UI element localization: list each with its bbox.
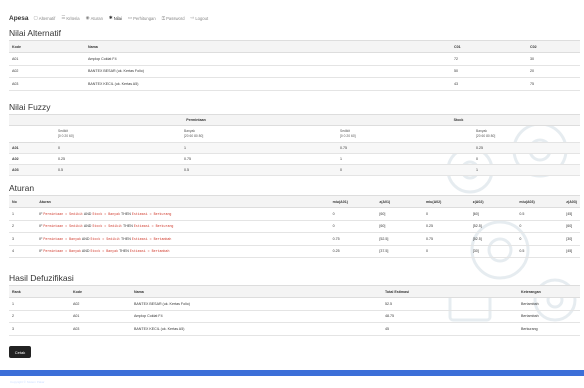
table-row: 3 A03 BANTEX KECIL (uk. Kertas A5) 45 Berkur… — [9, 322, 580, 336]
rule-text: IF Permintaan = Sedikit AND Stock = Bany… — [36, 207, 330, 221]
nav-perhitungan[interactable]: ▭ Perhitungan — [128, 15, 156, 21]
table-row: A03 0.5 0.5 0 1 — [9, 164, 580, 176]
nav-logout[interactable]: ⇨ Logout — [191, 15, 209, 21]
table-row: A01 0 1 0.75 0.25 — [9, 142, 580, 154]
footer-text: Copyright © Sistem Pakar — [10, 380, 45, 384]
alternatif-table: Kode Nama C01 C02 A01 Amplop Coklat F4 72 3… — [9, 40, 580, 91]
nav-nilai[interactable]: ✱ Nilai — [109, 15, 122, 21]
group-stock: Stock — [337, 114, 580, 126]
footer: Copyright © Sistem Pakar — [0, 370, 584, 384]
table-row: A01 Amplop Coklat F4 72 30 — [9, 52, 580, 66]
group-permintaan: Permintaan — [55, 114, 337, 126]
hasil-title: Hasil Defuzifikasi — [9, 273, 74, 283]
table-row: A03 BANTEX KECIL (uk. Kertas A5) 43 75 — [9, 77, 580, 91]
table-row: 2 IF Permintaan = Sedikit AND Stock = Sed… — [9, 220, 580, 233]
box-icon: ▢ — [33, 15, 38, 20]
aturan-title: Aturan — [9, 183, 35, 193]
rule-text: IF Permintaan = Banyak AND Stock = Sedik… — [36, 232, 330, 246]
rule-icon: ◉ — [85, 15, 90, 20]
col-nama: Nama — [85, 40, 451, 53]
nav-aturan[interactable]: ◉ Aturan — [86, 15, 103, 21]
nav-alternatif[interactable]: ▢ Alternatif — [34, 15, 56, 21]
fuzzy-title: Nilai Fuzzy — [9, 102, 51, 112]
hasil-section: Hasil Defuzifikasi Rank Kode Nama Total … — [9, 273, 580, 336]
fuzzy-table: Permintaan Stock Sedikit [0 0 20 60] Bany… — [9, 114, 580, 176]
alternatif-title: Nilai Alternatif — [9, 28, 61, 38]
top-navbar: Apesa ▢ Alternatif ☰ Kriteria ◉ Aturan ✱ Nil… — [0, 10, 584, 26]
table-row: 3 IF Permintaan = Banyak AND Stock = Sedi… — [9, 232, 580, 246]
table-row: 4 IF Permintaan = Banyak AND Stock = Bany… — [9, 245, 580, 258]
fuzzy-section: Nilai Fuzzy Permintaan Stock Sedikit [0 0… — [9, 102, 580, 176]
calculator-icon: ▭ — [127, 15, 133, 20]
table-row: A02 0.25 0.75 1 0 — [9, 153, 580, 165]
key-icon: ⚿ — [161, 15, 166, 21]
rule-text: IF Permintaan = Sedikit AND Stock = Sedi… — [36, 220, 330, 233]
table-row: 1 IF Permintaan = Sedikit AND Stock = Ban… — [9, 207, 580, 221]
rule-text: IF Permintaan = Banyak AND Stock = Banya… — [36, 245, 330, 258]
table-row: 2 A01 Amplop Coklat F4 48.75 Bertambah — [9, 310, 580, 323]
list-icon: ☰ — [61, 15, 66, 20]
table-row: A02 BANTEX BESAR (uk. Kertas Folio) 50 20 — [9, 65, 580, 78]
brand-logo[interactable]: Apesa — [9, 15, 29, 22]
logout-icon: ⇨ — [190, 15, 195, 20]
alternatif-section: Nilai Alternatif Kode Nama C01 C02 A01 Am… — [9, 28, 580, 91]
nav-kriteria[interactable]: ☰ Kriteria — [61, 15, 79, 21]
table-row: 1 A02 BANTEX BESAR (uk. Kertas Folio) 52.5 B… — [9, 297, 580, 311]
star-icon: ✱ — [108, 15, 113, 20]
col-kode: Kode — [9, 40, 85, 53]
hasil-table: Rank Kode Nama Total Estimasi Keterangan… — [9, 285, 580, 336]
cetak-button[interactable]: Cetak — [9, 346, 31, 358]
nav-password[interactable]: ⚿ Password — [162, 16, 185, 21]
aturan-table: No Aturan miu(A01) z(A01) miu(A02) z(A02… — [9, 195, 580, 258]
aturan-section: Aturan No Aturan miu(A01) z(A01) miu(A02… — [9, 183, 580, 258]
col-c02: C02 — [527, 40, 580, 53]
col-c01: C01 — [451, 40, 527, 53]
